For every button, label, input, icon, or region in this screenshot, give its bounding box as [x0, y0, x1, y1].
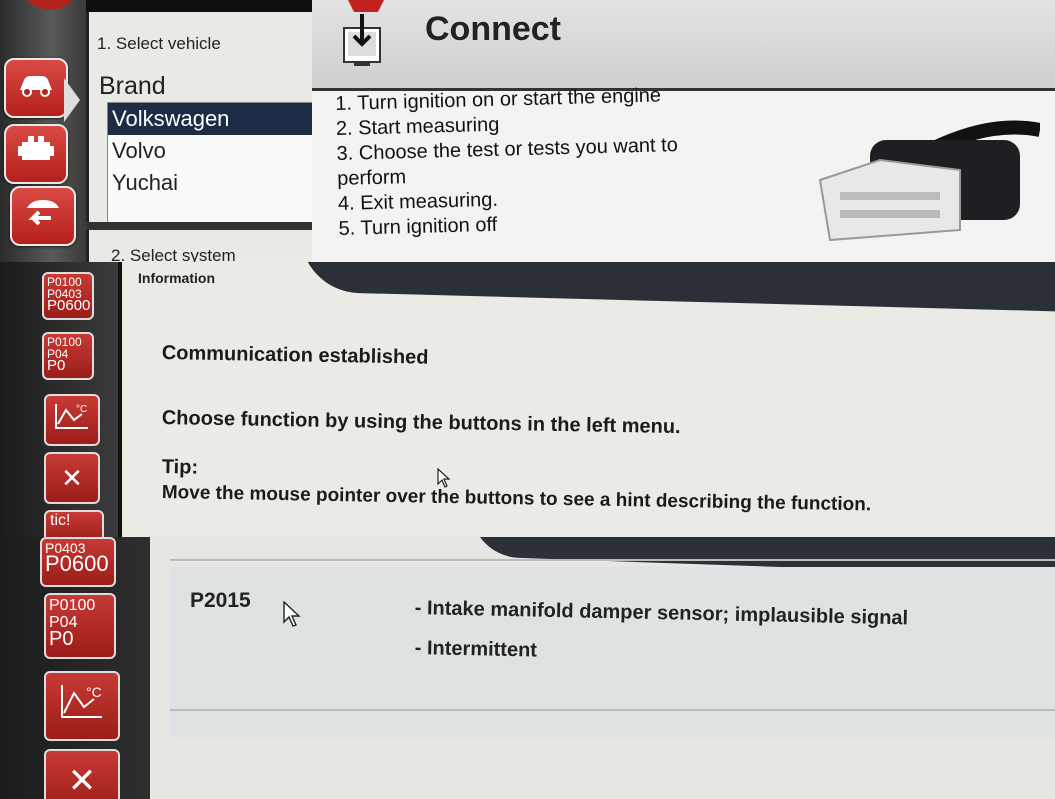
back-button[interactable]: [10, 186, 76, 246]
obd-connector-icon: [810, 110, 1042, 250]
dtc-main-line: P0600: [45, 551, 109, 576]
engine-button[interactable]: [4, 124, 68, 184]
fault-code: P2015: [190, 589, 251, 612]
tools-button[interactable]: ✕: [44, 749, 120, 799]
live-data-button[interactable]: °C: [44, 394, 100, 446]
cursor-icon: [437, 467, 451, 493]
fault-row[interactable]: [170, 567, 1055, 737]
information-panel: P0100 P0403 P0600 P0100 P04 P0 °C ✕ tic!…: [0, 262, 1055, 537]
temperature-graph-icon: °C: [52, 400, 92, 441]
dtc2-line-3: P0: [49, 628, 74, 650]
live-data-button[interactable]: °C: [44, 671, 120, 741]
dtc-icon[interactable]: P0403 P0600: [40, 537, 116, 587]
dtc-icon[interactable]: P0100 P0403 P0600: [42, 272, 94, 320]
divider: [170, 709, 1055, 711]
connect-header: [312, 0, 1055, 91]
step2-label: 2. Select system: [111, 246, 236, 262]
fault-status: - Intermittent: [414, 637, 538, 662]
connect-instructions: 1. Turn ignition on or start the engine …: [335, 83, 680, 242]
brand-item-yuchai[interactable]: Yuchai: [108, 167, 323, 199]
step-label: 1. Select vehicle: [97, 34, 221, 53]
engine-icon: [16, 134, 56, 175]
partial-button-label: tic!: [50, 512, 71, 529]
partial-button[interactable]: tic!: [44, 510, 104, 537]
car-icon: [16, 72, 56, 105]
cursor-icon: [283, 600, 301, 632]
active-indicator: [64, 78, 80, 122]
tip-label: Tip:: [161, 456, 199, 479]
temperature-graph-icon: °C: [56, 681, 108, 732]
fault-code-panel: P0403 P0600 P0100 P04 P0 °C ✕ P2015 - In…: [0, 537, 1055, 799]
svg-text:°C: °C: [76, 404, 87, 415]
tools-icon: ✕: [67, 762, 97, 799]
svg-text:°C: °C: [86, 684, 102, 700]
info-label: Information: [138, 270, 215, 286]
brand-list[interactable]: Volkswagen Volvo Yuchai: [107, 102, 324, 224]
clear-dtc-icon[interactable]: P0100 P04 P0: [42, 332, 94, 380]
tools-button[interactable]: ✕: [44, 452, 100, 504]
connect-icon: [340, 0, 392, 78]
status-text: Communication established: [161, 342, 429, 369]
vehicle-select-panel: 1. Select vehicle Brand Volkswagen Volvo…: [0, 0, 1055, 262]
brand-heading: Brand: [99, 72, 166, 100]
divider: [86, 222, 326, 230]
brand-item-volvo[interactable]: Volvo: [108, 135, 323, 167]
dtc2-line-1: P0100: [49, 597, 96, 614]
dtc2-line-3: P0: [47, 357, 66, 374]
back-icon: [21, 198, 65, 235]
tools-icon: ✕: [61, 462, 83, 493]
clear-dtc-icon[interactable]: P0100 P04 P0: [44, 593, 116, 659]
connect-title: Connect: [425, 10, 561, 48]
dtc-line-3: P0600: [47, 297, 91, 314]
brand-item-volkswagen[interactable]: Volkswagen: [108, 103, 323, 135]
vehicle-button[interactable]: [4, 58, 68, 118]
divider: [170, 559, 1055, 561]
